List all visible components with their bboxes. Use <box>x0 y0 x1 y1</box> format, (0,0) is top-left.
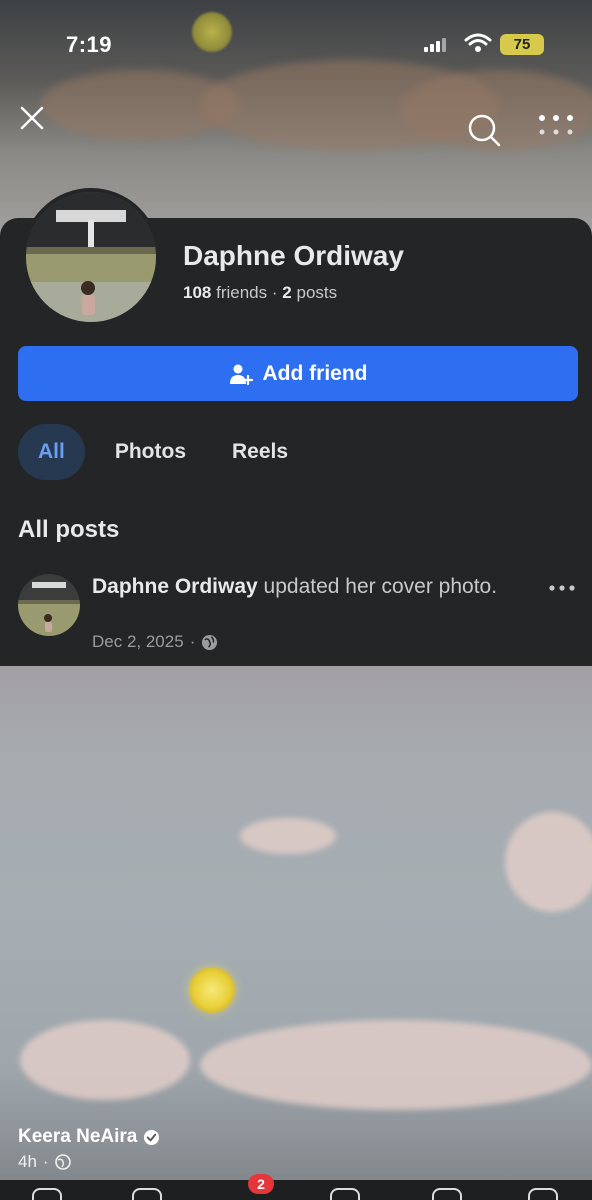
story-time: 4h <box>18 1152 37 1171</box>
profile-tab-icon[interactable] <box>432 1188 462 1200</box>
bottom-tab-bar: 2 <box>0 1174 592 1200</box>
story-meta: 4h · <box>18 1152 71 1172</box>
status-bar: 7:19 75 <box>0 28 592 64</box>
all-posts-heading: All posts <box>18 516 120 543</box>
post-action: updated her cover photo. <box>263 575 498 598</box>
avatar-photo <box>26 192 156 322</box>
home-icon[interactable] <box>32 1188 62 1200</box>
tab-all[interactable]: All <box>18 424 85 480</box>
story-author-name: Keera NeAira <box>18 1126 138 1147</box>
more-icon[interactable] <box>534 110 578 140</box>
globe-icon <box>202 634 218 650</box>
close-icon[interactable] <box>16 102 48 134</box>
search-icon[interactable] <box>466 112 502 148</box>
profile-name: Daphne Ordiway <box>183 240 404 271</box>
video-icon[interactable] <box>132 1188 162 1200</box>
friends-label[interactable]: friends <box>216 283 267 302</box>
signal-icon <box>424 36 446 52</box>
cover-photo <box>0 660 592 1200</box>
post-date-separator: · <box>189 632 196 651</box>
post-text: Daphne Ordiway updated her cover photo. <box>92 572 512 602</box>
add-friend-button[interactable]: Add friend <box>18 346 578 401</box>
status-time: 7:19 <box>66 32 113 57</box>
post-date[interactable]: Dec 2, 2025 <box>92 632 184 652</box>
globe-icon <box>54 1154 71 1170</box>
post-author-avatar[interactable] <box>18 574 80 636</box>
stats-separator: · <box>271 283 278 302</box>
marketplace-icon[interactable] <box>330 1188 360 1200</box>
add-friend-label: Add friend <box>262 361 368 385</box>
tab-photos[interactable]: Photos <box>99 424 202 480</box>
moon-image <box>189 967 235 1013</box>
profile-tabs: All Photos Reels <box>18 424 318 480</box>
post-meta: Dec 2, 2025 · <box>92 632 218 652</box>
friends-count: 108 <box>183 283 212 302</box>
story-time-separator: · <box>42 1152 49 1171</box>
add-person-icon <box>229 364 253 385</box>
verified-badge-icon <box>144 1129 160 1145</box>
notification-badge: 2 <box>248 1174 274 1194</box>
posts-count: 2 <box>282 283 292 302</box>
menu-icon[interactable] <box>528 1188 558 1200</box>
profile-avatar[interactable] <box>22 188 160 326</box>
battery-indicator: 75 <box>500 34 544 55</box>
tab-reels[interactable]: Reels <box>216 424 304 480</box>
post-more-icon[interactable] <box>548 580 576 596</box>
story-author[interactable]: Keera NeAira <box>18 1126 160 1148</box>
avatar-photo <box>18 574 80 636</box>
wifi-icon <box>464 33 492 52</box>
posts-label: posts <box>296 283 338 302</box>
post-author[interactable]: Daphne Ordiway <box>92 575 258 598</box>
profile-stats: 108 friends · 2 posts <box>183 283 337 303</box>
